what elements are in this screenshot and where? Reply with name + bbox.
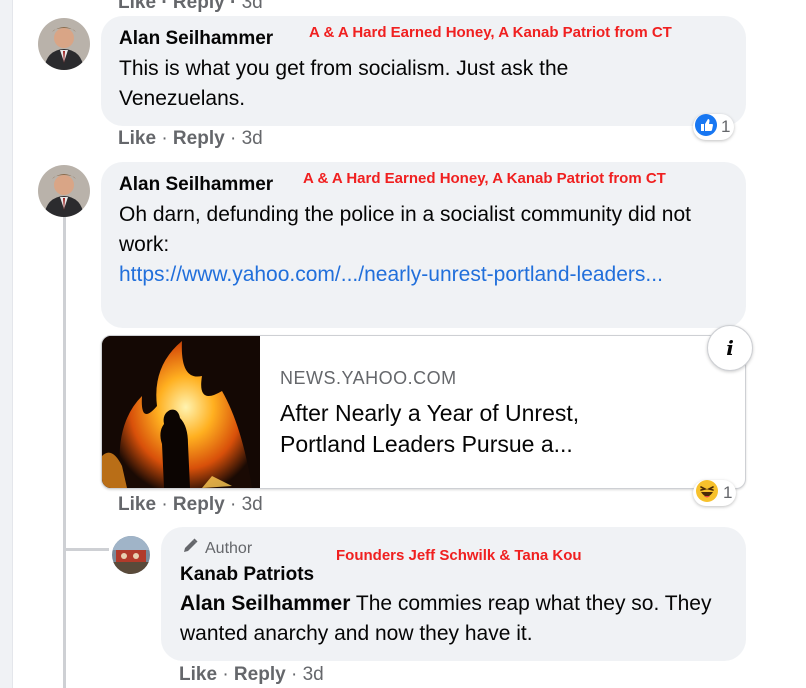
thread-connector (63, 548, 109, 551)
author-avatar[interactable] (112, 536, 150, 574)
reply-link[interactable]: Reply (173, 494, 225, 515)
like-reaction-icon (695, 113, 717, 141)
comment-text: Alan Seilhammer The commies reap what th… (180, 589, 735, 649)
comment-body: Oh darn, defunding the police in a socia… (119, 203, 691, 256)
previous-like-link[interactable]: Like (118, 0, 156, 13)
commenter-name[interactable]: Alan Seilhammer (119, 28, 273, 50)
timestamp[interactable]: 3d (242, 494, 263, 515)
link-title[interactable]: After Nearly a Year of Unrest, Portland … (280, 398, 660, 460)
commenter-name[interactable]: Kanab Patriots (180, 564, 314, 586)
comment-bubble: Alan Seilhammer A & A Hard Earned Honey,… (101, 162, 746, 328)
like-link[interactable]: Like (118, 128, 156, 149)
previous-timestamp: 3d (241, 0, 263, 13)
comment-actions: Like · Reply · 3d (118, 128, 263, 149)
page-left-edge (0, 0, 13, 688)
like-link[interactable]: Like (118, 494, 156, 515)
link-domain: NEWS.YAHOO.COM (280, 368, 457, 388)
comment-text: Oh darn, defunding the police in a socia… (119, 200, 699, 290)
comment-actions: Like · Reply · 3d (118, 494, 263, 515)
reply-link[interactable]: Reply (173, 128, 225, 149)
reaction-count-number: 1 (723, 483, 733, 502)
commenter-name[interactable]: Alan Seilhammer (119, 174, 273, 196)
link-preview-card[interactable]: NEWS.YAHOO.COM After Nearly a Year of Un… (101, 335, 746, 489)
member-badge: A & A Hard Earned Honey, A Kanab Patriot… (309, 24, 672, 41)
avatar[interactable] (38, 18, 90, 70)
timestamp[interactable]: 3d (242, 128, 263, 149)
link-preview-image (102, 336, 260, 488)
reaction-count[interactable]: 1 (693, 113, 735, 141)
reaction-count-number: 1 (721, 117, 731, 136)
info-icon[interactable]: i (707, 325, 753, 371)
avatar[interactable] (38, 165, 90, 217)
member-badge: A & A Hard Earned Honey, A Kanab Patriot… (303, 170, 666, 187)
thread-line (63, 214, 66, 688)
reply-bubble: Author Founders Jeff Schwilk & Tana Kou … (161, 527, 746, 661)
member-badge: Founders Jeff Schwilk & Tana Kou (336, 547, 582, 564)
previous-reply-link[interactable]: Reply (173, 0, 225, 13)
timestamp[interactable]: 3d (303, 664, 324, 685)
info-icon-glyph: i (726, 336, 734, 360)
author-label: Author (181, 537, 252, 560)
reaction-count[interactable]: 1 (693, 479, 737, 508)
comment-actions: Like · Reply · 3d (179, 664, 324, 685)
like-link[interactable]: Like (179, 664, 217, 685)
reply-link[interactable]: Reply (234, 664, 286, 685)
author-label-text: Author (205, 539, 253, 557)
comment-link[interactable]: https://www.yahoo.com/.../nearly-unrest-… (119, 260, 694, 290)
mention-link[interactable]: Alan Seilhammer (180, 592, 350, 615)
previous-comment-actions: Like · Reply · 3d (118, 0, 263, 14)
haha-reaction-icon (695, 479, 719, 508)
comment-text: This is what you get from socialism. Jus… (119, 57, 569, 110)
comment-bubble: Alan Seilhammer A & A Hard Earned Honey,… (101, 16, 746, 126)
pencil-icon (181, 537, 199, 560)
